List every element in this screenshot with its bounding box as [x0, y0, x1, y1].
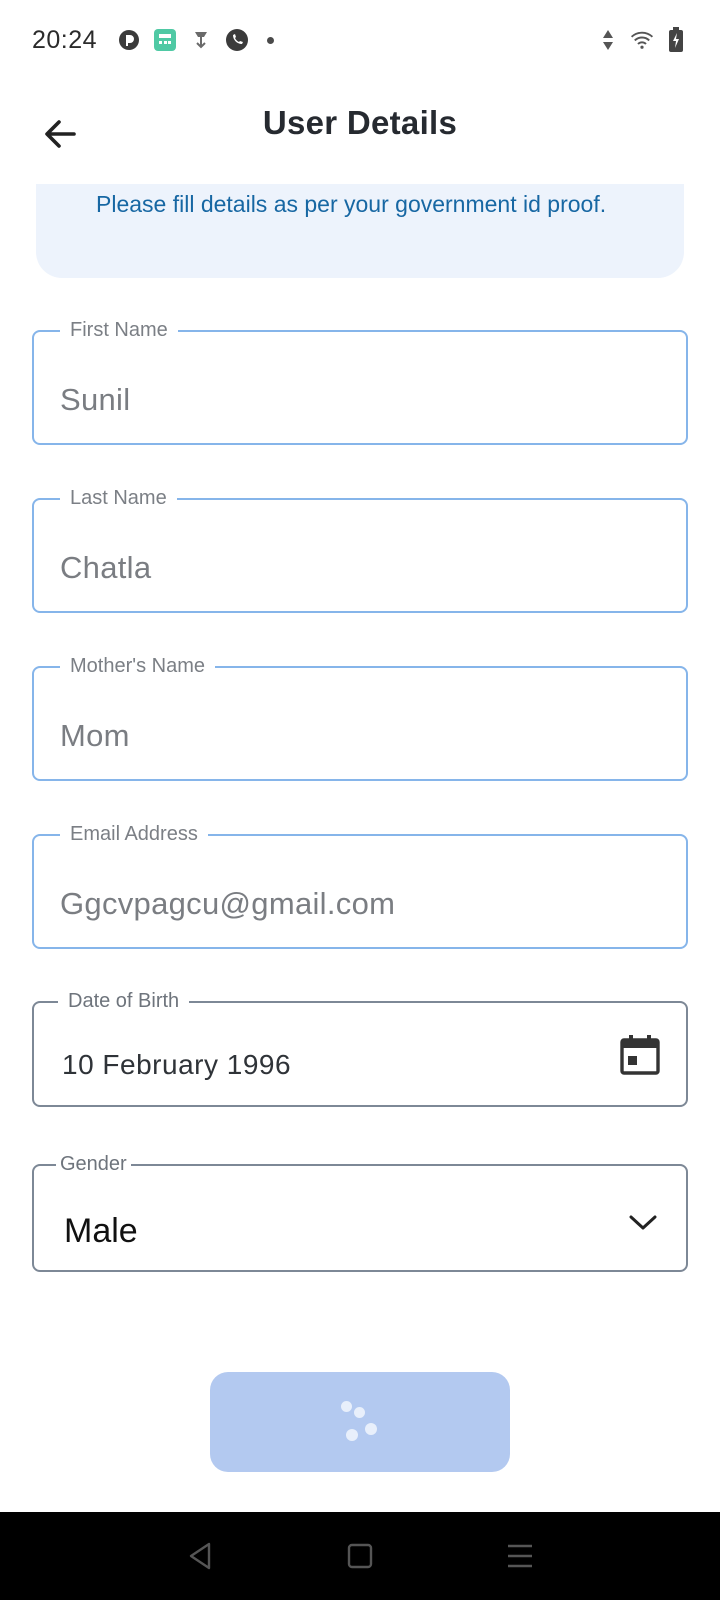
date-of-birth-label: Date of Birth	[58, 989, 190, 1013]
data-arrows-icon	[596, 28, 620, 52]
phone-call-icon	[225, 28, 249, 52]
chevron-down-icon	[626, 1206, 660, 1240]
app-header: User Details	[0, 88, 720, 178]
recents-menu-icon	[508, 1544, 532, 1568]
battery-charging-icon	[664, 27, 688, 52]
download-notification-icon	[189, 28, 213, 52]
submit-button[interactable]	[210, 1372, 510, 1472]
user-details-screen: 20:24 User Details Please fill details a…	[0, 0, 720, 1600]
wifi-icon	[630, 28, 654, 52]
status-notification-icons	[117, 28, 275, 52]
page-title: User Details	[262, 104, 458, 141]
info-banner: Please fill details as per your governme…	[36, 184, 684, 278]
system-navigation-bar	[0, 1512, 720, 1600]
calendar-button[interactable]	[618, 1033, 662, 1077]
nav-back-button[interactable]	[170, 1526, 230, 1586]
first-name-value: Sunil	[60, 382, 131, 417]
email-value: Ggcvpagcu@gmail.com	[60, 886, 396, 921]
email-label: Email Address	[60, 822, 208, 846]
mothers-name-field[interactable]: Mother's Name Mom	[32, 654, 688, 781]
email-field[interactable]: Email Address Ggcvpagcu@gmail.com	[32, 822, 688, 949]
last-name-value: Chatla	[60, 550, 152, 585]
first-name-field[interactable]: First Name Sunil	[32, 318, 688, 445]
gender-label: Gender	[56, 1152, 131, 1176]
mothers-name-value: Mom	[60, 718, 130, 753]
status-time: 20:24	[32, 25, 98, 54]
first-name-label: First Name	[60, 318, 178, 342]
date-of-birth-value: 10 February 1996	[62, 1049, 292, 1080]
nav-home-button[interactable]	[330, 1526, 390, 1586]
status-bar: 20:24	[0, 0, 720, 80]
info-banner-text: Please fill details as per your governme…	[96, 191, 607, 217]
date-of-birth-field[interactable]: Date of Birth 10 February 1996	[32, 989, 688, 1107]
mothers-name-label: Mother's Name	[60, 654, 215, 678]
loading-spinner-icon	[335, 1397, 385, 1447]
last-name-label: Last Name	[60, 486, 177, 510]
calendar-icon	[620, 1035, 660, 1075]
status-system-icons	[596, 27, 688, 52]
more-dot-icon	[267, 36, 275, 44]
home-square-icon	[347, 1543, 373, 1569]
gender-select[interactable]: Gender Male	[32, 1152, 688, 1272]
back-triangle-icon	[189, 1542, 211, 1570]
last-name-field[interactable]: Last Name Chatla	[32, 486, 688, 613]
calculator-app-icon	[153, 28, 177, 52]
nav-recents-button[interactable]	[490, 1526, 550, 1586]
pocket-casts-icon	[117, 28, 141, 52]
gender-value: Male	[64, 1212, 138, 1250]
